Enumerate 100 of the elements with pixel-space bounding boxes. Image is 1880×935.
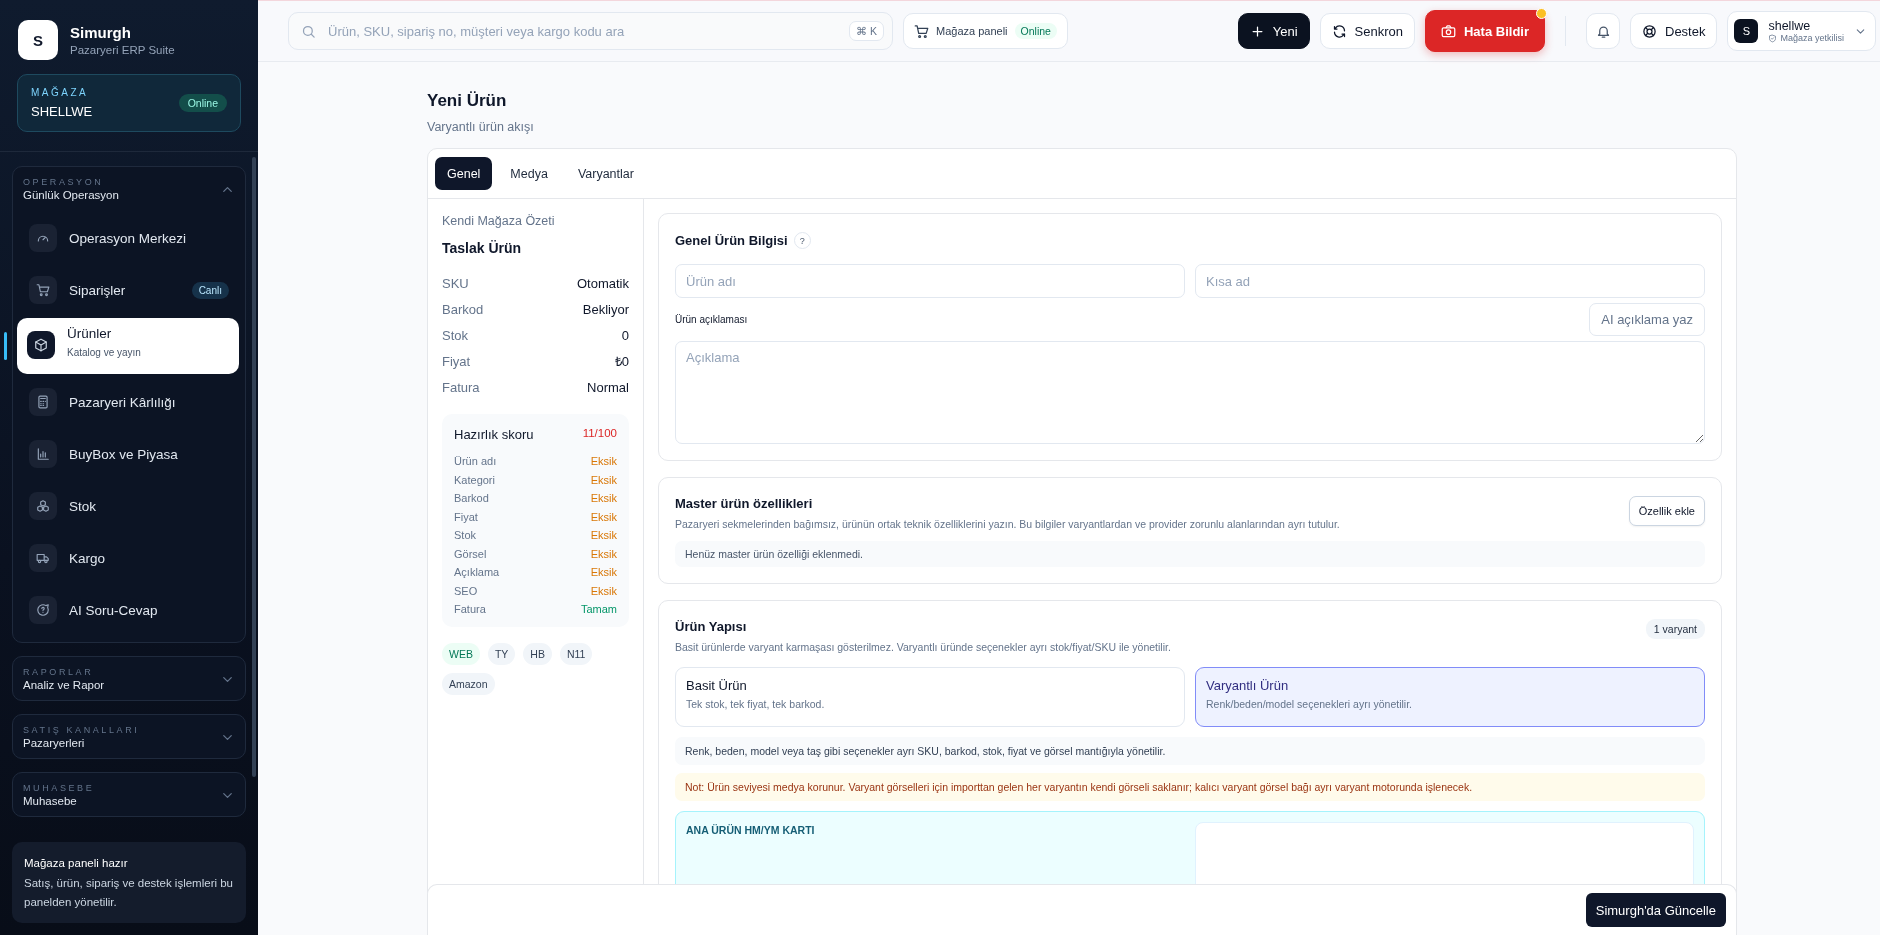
nav-item[interactable]: Siparişler Canlı — [19, 264, 237, 316]
nav-item[interactable]: AI Soru-Cevap — [19, 584, 237, 636]
avatar: S — [1734, 19, 1759, 43]
tab[interactable]: Varyantlar — [565, 157, 646, 190]
check-label: SEO — [454, 584, 478, 597]
ai-write-button[interactable]: AI açıklama yaz — [1589, 303, 1705, 336]
section-title: Genel Ürün Bilgisi — [675, 232, 788, 248]
nav-group-header[interactable]: MUHASEBE Muhasebe — [13, 773, 245, 816]
search-field[interactable]: Ürün, SKU, sipariş no, müşteri veya kargo kodu ara ⌘ K — [288, 12, 893, 50]
plus-icon — [1249, 23, 1265, 39]
check-status: Eksik — [590, 455, 617, 468]
section-description: Pazaryeri sekmelerinden bağımsız, ürünün ortak teknik özelliklerini yazın. Bu bilgiler varyantlardan ve provider zorunlu alanlarından ayrı tutulur. — [675, 518, 1340, 530]
bell-icon — [1595, 23, 1611, 39]
type-option[interactable]: Varyantlı Ürün Renk/beden/model seçenekleri ayrı yönetilir. — [1195, 667, 1705, 727]
field-value: Otomatik — [577, 275, 629, 291]
product-name-field[interactable]: Ürün adı — [675, 264, 1185, 298]
page-subtitle: Varyantlı ürün akışı — [427, 120, 534, 134]
check-label: Ürün adı — [454, 455, 497, 468]
group-title: Analiz ve Rapor — [23, 679, 106, 691]
live-badge: Canlı — [191, 281, 229, 299]
group-label: OPERASYON — [23, 177, 105, 187]
search-input[interactable]: Ürün, SKU, sipariş no, müşteri veya kargo kodu ara — [326, 22, 840, 40]
check-label: Görsel — [454, 547, 487, 560]
nav-item[interactable]: Kargo — [19, 532, 237, 584]
lifebuoy-icon — [1642, 23, 1657, 39]
logo: S — [18, 20, 58, 60]
check-label: Fiyat — [454, 510, 478, 523]
channel-tag: WEB — [442, 642, 480, 665]
check-status: Eksik — [590, 529, 617, 542]
support-button[interactable]: Destek — [1630, 13, 1718, 49]
chat-question-icon — [36, 603, 50, 617]
check-status: Eksik — [590, 510, 617, 523]
check-label: Açıklama — [454, 566, 500, 579]
cubes-icon — [36, 499, 50, 513]
check-status: Eksik — [590, 566, 617, 579]
report-button[interactable]: Hata Bildir — [1425, 10, 1545, 52]
field-value: 0 — [621, 327, 629, 343]
add-attribute-button[interactable]: Özellik ekle — [1628, 496, 1705, 526]
nav-group-header[interactable]: SATIŞ KANALLARI Pazaryerleri — [13, 715, 245, 758]
channel-tag: HB — [523, 642, 552, 665]
bar-chart-icon — [36, 447, 50, 461]
notifications-button[interactable] — [1586, 13, 1620, 49]
channel-tag: Amazon — [442, 672, 495, 695]
app-name: Simurgh — [70, 24, 132, 41]
tab[interactable]: Genel — [435, 157, 493, 190]
summary-heading: Kendi Mağaza Özeti — [442, 214, 555, 228]
scrollbar[interactable] — [252, 157, 256, 777]
store-label: MAĞAZA — [31, 87, 90, 98]
nav-item[interactable]: Operasyon Merkezi — [19, 212, 237, 264]
short-name-field[interactable]: Kısa ad — [1195, 264, 1705, 298]
nav-item[interactable]: BuyBox ve Piyasa — [19, 428, 237, 480]
sync-button[interactable]: Senkron — [1319, 13, 1415, 49]
description-field[interactable]: Açıklama — [675, 341, 1705, 444]
field-value: ₺0 — [614, 353, 629, 370]
cart-icon — [914, 23, 929, 39]
field-value: Normal — [587, 379, 629, 395]
group-title: Muhasebe — [23, 795, 78, 807]
check-label: Kategori — [454, 473, 495, 486]
empty-state: Henüz master ürün özelliği eklenmedi. — [675, 541, 1705, 567]
sync-icon — [1331, 23, 1347, 39]
field-value: Bekliyor — [582, 301, 629, 317]
variant-count-badge: 1 varyant — [1645, 619, 1705, 639]
check-label: Stok — [454, 529, 476, 542]
note-text: Satış, ürün, sipariş ve destek işlemleri bu panelden yönetilir. — [24, 876, 234, 910]
shortcut-hint: ⌘ K — [849, 21, 884, 41]
box-icon — [34, 338, 48, 352]
check-status: Eksik — [590, 547, 617, 560]
group-label: RAPORLAR — [23, 667, 95, 677]
calculator-icon — [36, 395, 50, 409]
type-option[interactable]: Basit Ürün Tek stok, tek fiyat, tek barkod. — [675, 667, 1185, 727]
update-button[interactable]: Simurgh'da Güncelle — [1585, 893, 1726, 927]
group-title: Pazaryerleri — [23, 737, 86, 749]
store-name: SHELLWE — [31, 104, 94, 119]
check-label: Fatura — [454, 603, 486, 616]
user-menu[interactable]: S shellwe Mağaza yetkilisi — [1727, 11, 1876, 51]
status-badge: Online — [178, 94, 227, 112]
cart-icon — [36, 283, 50, 297]
note-title: Mağaza paneli hazır — [24, 855, 129, 871]
group-label: MUHASEBE — [23, 783, 96, 793]
nav-group-header[interactable]: OPERASYON Günlük Operasyon — [13, 167, 245, 210]
summary-title: Taslak Ürün — [442, 240, 522, 256]
tab[interactable]: Medya — [498, 157, 560, 190]
score-value: 11/100 — [582, 427, 617, 441]
search-icon — [301, 23, 316, 39]
section-title: Ürün Yapısı — [675, 619, 747, 634]
field-label: Stok — [442, 327, 468, 343]
camera-icon — [1441, 23, 1456, 39]
check-label: Barkod — [454, 492, 489, 505]
new-button[interactable]: Yeni — [1237, 13, 1310, 49]
nav-item[interactable]: Stok — [19, 480, 237, 532]
app-subtitle: Pazaryeri ERP Suite — [70, 44, 175, 56]
field-label: SKU — [442, 275, 469, 291]
warning-note: Not: Ürün seviyesi medya korunur. Varyant görselleri için importtan gelen her varyantın kendi görseli saklanır; kalıcı varyant görsel bağı ayrı varyant motorunda işlenecek. — [675, 773, 1705, 801]
channel-tag: TY — [487, 642, 516, 665]
card-title: ANA ÜRÜN HM/YM KARTI — [686, 824, 815, 836]
section-title: Master ürün özellikleri — [675, 496, 813, 511]
shield-icon — [1768, 33, 1778, 43]
status-badge: Online — [1014, 23, 1057, 39]
nav-group-header[interactable]: RAPORLAR Analiz ve Rapor — [13, 657, 245, 700]
nav-item[interactable]: Pazaryeri Kârlılığı — [19, 376, 237, 428]
